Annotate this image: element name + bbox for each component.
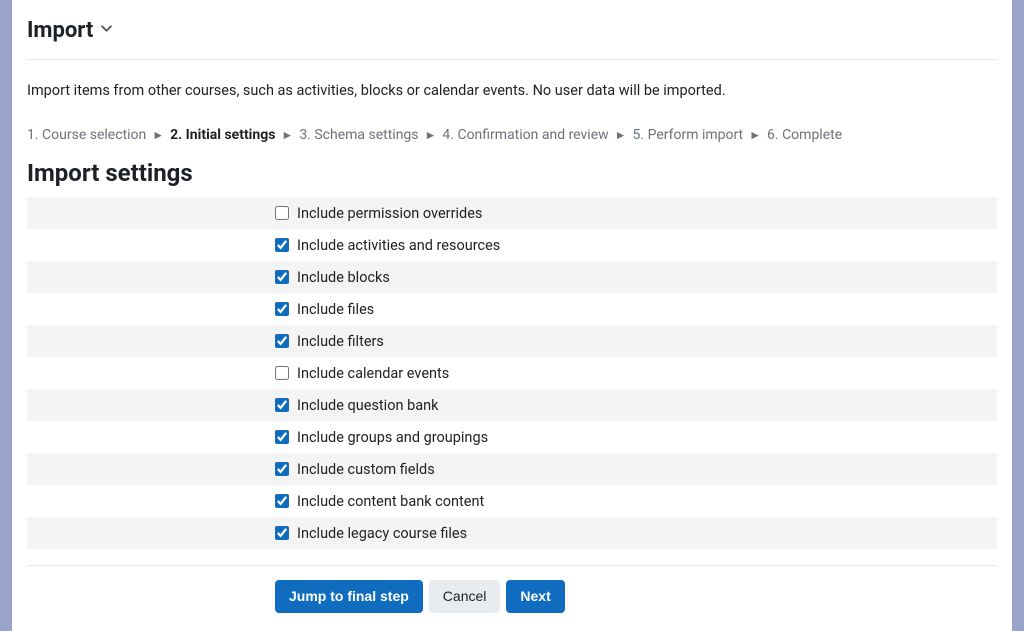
setting-label: Include filters [297,333,384,350]
arrow-right-icon: ► [615,128,627,142]
setting-row: Include question bank [27,389,997,421]
setting-checkbox[interactable] [275,302,289,316]
setting-checkbox[interactable] [275,334,289,348]
wizard-step: 6. Complete [767,127,842,143]
page-header: Import [27,0,997,60]
setting-row: Include files [27,293,997,325]
setting-checkbox[interactable] [275,494,289,508]
setting-row: Include filters [27,325,997,357]
wizard-step: 4. Confirmation and review [442,127,608,143]
setting-label: Include permission overrides [297,205,482,222]
arrow-right-icon: ► [152,128,164,142]
setting-checkbox[interactable] [275,398,289,412]
setting-label: Include activities and resources [297,237,500,254]
setting-row: Include activities and resources [27,229,997,261]
wizard-step: 5. Perform import [633,127,744,143]
cancel-button[interactable]: Cancel [429,580,501,613]
wizard-steps: 1. Course selection ► 2. Initial settings ►… [27,109,997,157]
import-settings-list: Include permission overrides Include acti… [27,197,997,549]
setting-row: Include blocks [27,261,997,293]
setting-checkbox[interactable] [275,270,289,284]
setting-row: Include custom fields [27,453,997,485]
setting-checkbox[interactable] [275,526,289,540]
setting-label: Include files [297,301,374,318]
wizard-step: 1. Course selection [27,127,146,143]
setting-label: Include content bank content [297,493,484,510]
setting-label: Include calendar events [297,365,449,382]
arrow-right-icon: ► [425,128,437,142]
setting-row: Include groups and groupings [27,421,997,453]
page-container: Import Import items from other courses, … [12,0,1012,631]
arrow-right-icon: ► [281,128,293,142]
setting-row: Include legacy course files [27,517,997,549]
setting-checkbox[interactable] [275,238,289,252]
setting-checkbox[interactable] [275,462,289,476]
setting-label: Include legacy course files [297,525,467,542]
wizard-step: 2. Initial settings [170,127,275,143]
setting-checkbox[interactable] [275,366,289,380]
setting-label: Include blocks [297,269,390,286]
setting-label: Include groups and groupings [297,429,488,446]
setting-label: Include question bank [297,397,438,414]
import-description: Import items from other courses, such as… [27,60,997,109]
setting-checkbox[interactable] [275,430,289,444]
next-button[interactable]: Next [506,580,564,613]
wizard-step: 3. Schema settings [299,127,418,143]
chevron-down-icon[interactable] [101,23,112,37]
arrow-right-icon: ► [749,128,761,142]
setting-row: Include calendar events [27,357,997,389]
setting-row: Include content bank content [27,485,997,517]
section-title: Import settings [27,159,997,187]
page-title: Import [27,18,93,43]
setting-checkbox[interactable] [275,206,289,220]
button-bar: Jump to final step Cancel Next [27,566,997,627]
setting-label: Include custom fields [297,461,435,478]
setting-row: Include permission overrides [27,197,997,229]
jump-to-final-step-button[interactable]: Jump to final step [275,580,423,613]
